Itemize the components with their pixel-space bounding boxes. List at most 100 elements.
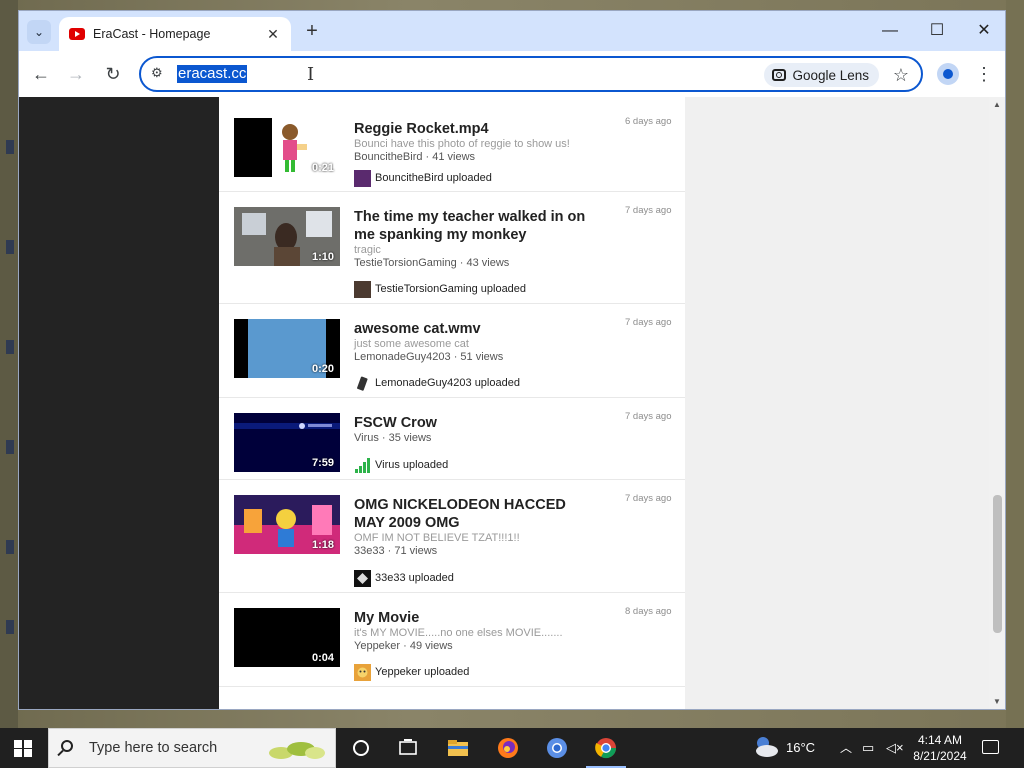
video-meta[interactable]: 33e33 · 71 views (354, 545, 437, 557)
video-meta[interactable]: Virus · 35 views (354, 432, 431, 444)
bookmark-star-icon[interactable]: ☆ (893, 63, 909, 87)
minimize-button[interactable]: — (875, 19, 905, 43)
chevron-down-icon: ⌄ (33, 25, 45, 39)
uploader-text: Yeppeker uploaded (375, 666, 470, 678)
address-bar[interactable]: ⚙ eracast.cc I Google Lens ☆ (139, 56, 923, 92)
video-description: OMF IM NOT BELIEVE TZAT!!!1!! (354, 532, 520, 544)
uploader-row[interactable]: TestieTorsionGaming uploaded (354, 280, 526, 298)
uploader-row[interactable]: LemonadeGuy4203 uploaded (354, 374, 520, 392)
windows-logo-tile (24, 740, 32, 748)
lens-icon (772, 69, 787, 81)
maximize-button[interactable]: ☐ (922, 19, 952, 43)
page-scrollbar[interactable]: ▲ ▼ (989, 97, 1005, 709)
video-duration: 1:18 (311, 539, 334, 551)
video-item[interactable]: 1:18 OMG NICKELODEON HACCED MAY 2009 OMG… (219, 480, 685, 593)
weather-icon[interactable] (752, 734, 780, 758)
video-meta[interactable]: Yeppeker · 49 views (354, 640, 453, 652)
video-item[interactable]: 0:04 My Movie it's MY MOVIE.....no one e… (219, 593, 685, 687)
taskbar-search-box[interactable]: Type here to search (48, 728, 336, 768)
firefox-icon[interactable] (496, 736, 520, 760)
volume-muted-icon[interactable]: ◁× (886, 728, 904, 768)
video-duration: 7:59 (311, 457, 334, 469)
network-icon[interactable]: ▭ (862, 728, 874, 768)
tab-search-button[interactable]: ⌄ (27, 20, 51, 44)
scrollbar-thumb[interactable] (993, 495, 1002, 633)
file-explorer-icon[interactable] (446, 736, 470, 760)
person-icon (943, 69, 953, 79)
video-date: 8 days ago (625, 606, 672, 617)
uploader-row[interactable]: BouncitheBird uploaded (354, 169, 492, 187)
desktop-right-edge (1006, 0, 1024, 728)
site-info-icon[interactable]: ⚙ (151, 65, 169, 81)
cortana-button[interactable] (349, 736, 373, 760)
video-thumbnail[interactable]: 0:04 (234, 608, 340, 667)
video-title[interactable]: FSCW Crow (354, 414, 590, 432)
video-description: it's MY MOVIE.....no one elses MOVIE....… (354, 627, 563, 639)
desktop-icon-fragment[interactable] (6, 440, 14, 454)
search-placeholder: Type here to search (89, 740, 218, 756)
uploader-row[interactable]: 33e33 uploaded (354, 569, 454, 587)
video-title[interactable]: My Movie (354, 609, 590, 627)
desktop-icon-fragment[interactable] (6, 540, 14, 554)
video-feed: 0:21 Reggie Rocket.mp4 Bounci have this … (219, 97, 685, 709)
uploader-text: TestieTorsionGaming uploaded (375, 283, 527, 295)
video-date: 7 days ago (625, 205, 672, 216)
close-tab-icon[interactable]: ✕ (265, 26, 281, 43)
scroll-up-arrow-icon[interactable]: ▲ (993, 100, 1001, 109)
tab-eracast[interactable]: EraCast - Homepage ✕ (59, 17, 291, 51)
chrome-icon[interactable] (594, 736, 618, 760)
start-button[interactable] (14, 740, 32, 757)
video-description: Bounci have this photo of reggie to show… (354, 138, 570, 150)
search-icon (61, 740, 73, 752)
video-title[interactable]: Reggie Rocket.mp4 (354, 120, 590, 138)
video-duration: 0:21 (311, 162, 334, 174)
desktop-icon-fragment[interactable] (6, 140, 14, 154)
video-title[interactable]: awesome cat.wmv (354, 320, 590, 338)
uploader-avatar (354, 169, 371, 187)
uploader-avatar (354, 569, 371, 587)
video-thumbnail[interactable]: 1:10 (234, 207, 340, 266)
windows-logo-tile (14, 749, 22, 757)
back-button[interactable]: ← (27, 61, 55, 87)
weather-temperature[interactable]: 16°C (786, 728, 815, 768)
chevron-up-icon[interactable]: ︿ (840, 728, 852, 768)
uploader-avatar (354, 663, 371, 681)
signal-bars-icon (354, 457, 371, 474)
profile-avatar-button[interactable] (937, 63, 959, 85)
uploader-row[interactable]: Virus uploaded (354, 456, 448, 474)
uploader-text: 33e33 uploaded (375, 572, 454, 584)
video-thumbnail[interactable]: 0:20 (234, 319, 340, 378)
video-meta[interactable]: BouncitheBird · 41 views (354, 151, 475, 163)
video-thumbnail[interactable]: 7:59 (234, 413, 340, 472)
desktop-icon-fragment[interactable] (6, 620, 14, 634)
text-cursor-icon: I (307, 64, 315, 85)
desktop-icon-fragment[interactable] (6, 240, 14, 254)
video-thumbnail[interactable]: 0:21 (234, 118, 340, 177)
video-description: just some awesome cat (354, 338, 469, 350)
video-item[interactable]: 1:10 The time my teacher walked in on me… (219, 192, 685, 304)
video-item[interactable]: 0:20 awesome cat.wmv just some awesome c… (219, 304, 685, 398)
reload-button[interactable]: ↻ (99, 61, 127, 87)
video-item[interactable]: 7:59 FSCW Crow Virus · 35 views 7 days a… (219, 398, 685, 480)
forward-button[interactable]: → (62, 61, 90, 87)
system-clock[interactable]: 4:14 AM 8/21/2024 (905, 732, 975, 764)
chromium-icon[interactable] (545, 736, 569, 760)
uploader-row[interactable]: Yeppeker uploaded (354, 663, 469, 681)
notifications-icon[interactable] (982, 740, 999, 754)
video-title[interactable]: OMG NICKELODEON HACCED MAY 2009 OMG (354, 496, 590, 532)
video-meta[interactable]: TestieTorsionGaming · 43 views (354, 257, 509, 269)
url-text[interactable]: eracast.cc (177, 65, 248, 83)
scroll-down-arrow-icon[interactable]: ▼ (993, 697, 1001, 706)
video-thumbnail[interactable]: 1:18 (234, 495, 340, 554)
close-window-button[interactable]: ✕ (969, 19, 999, 43)
video-item[interactable]: 0:21 Reggie Rocket.mp4 Bounci have this … (219, 97, 685, 192)
video-title[interactable]: The time my teacher walked in on me span… (354, 208, 590, 244)
google-lens-button[interactable]: Google Lens (764, 63, 879, 87)
task-view-button[interactable] (396, 736, 420, 760)
windows-logo-tile (24, 749, 32, 757)
menu-kebab-icon[interactable]: ⋮ (974, 61, 994, 87)
desktop-icon-fragment[interactable] (6, 340, 14, 354)
uploader-text: Virus uploaded (375, 459, 449, 471)
video-meta[interactable]: LemonadeGuy4203 · 51 views (354, 351, 503, 363)
new-tab-button[interactable]: + (301, 20, 323, 42)
